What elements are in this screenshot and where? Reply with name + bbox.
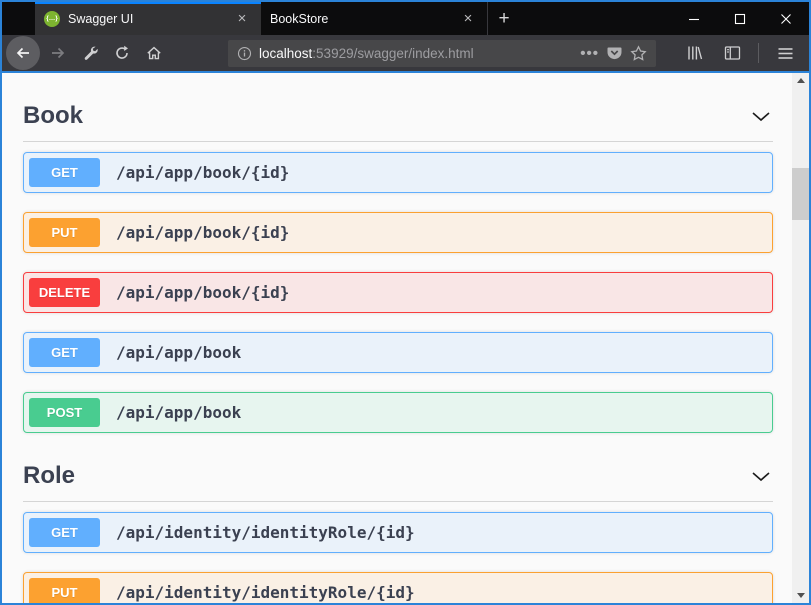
close-tab-icon[interactable]: × [458, 9, 478, 29]
navigation-toolbar: localhost:53929/swagger/index.html ••• [2, 35, 809, 73]
operation-row[interactable]: DELETE /api/app/book/{id} [23, 272, 773, 313]
forward-button[interactable] [44, 39, 72, 67]
section-title: Role [23, 462, 75, 490]
close-window-button[interactable] [763, 2, 809, 35]
scroll-down-arrow-icon[interactable] [792, 588, 809, 603]
method-badge: GET [29, 158, 100, 187]
url-host: localhost [259, 46, 312, 61]
section-header[interactable]: Book [23, 101, 773, 130]
scroll-up-arrow-icon[interactable] [792, 73, 809, 88]
page-content: Book GET /api/app/book/{id} PUT /api/app… [2, 73, 809, 603]
method-badge: PUT [29, 578, 100, 603]
library-icon[interactable] [680, 39, 708, 67]
section-header[interactable]: Role [23, 461, 773, 490]
method-badge: DELETE [29, 278, 100, 307]
tab-title: Swagger UI [68, 12, 224, 26]
section-divider [23, 501, 773, 502]
url-path: :53929/swagger/index.html [312, 46, 473, 61]
scrollbar-thumb[interactable] [792, 168, 809, 220]
operation-row[interactable]: POST /api/app/book [23, 392, 773, 433]
url-bar[interactable]: localhost:53929/swagger/index.html ••• [228, 40, 656, 67]
tab-bar: {…} Swagger UI × BookStore × + [2, 2, 809, 35]
pocket-icon[interactable] [606, 45, 623, 61]
home-button[interactable] [140, 39, 168, 67]
operation-path: /api/app/book [116, 403, 241, 422]
operation-row[interactable]: PUT /api/app/book/{id} [23, 212, 773, 253]
back-button[interactable] [6, 36, 40, 70]
operation-list: GET /api/identity/identityRole/{id} PUT … [23, 512, 773, 603]
close-tab-icon[interactable]: × [232, 9, 252, 29]
chevron-down-icon[interactable] [749, 106, 773, 126]
operation-path: /api/app/book/{id} [116, 163, 289, 182]
operation-row[interactable]: GET /api/app/book/{id} [23, 152, 773, 193]
browser-window: {…} Swagger UI × BookStore × + [0, 0, 811, 605]
method-badge: POST [29, 398, 100, 427]
toolbar-separator [758, 43, 759, 63]
vertical-scrollbar[interactable] [792, 73, 809, 603]
page-actions-icon[interactable]: ••• [580, 45, 599, 62]
reload-button[interactable] [108, 39, 136, 67]
sidebar-toggle-icon[interactable] [718, 39, 746, 67]
wrench-icon[interactable] [76, 39, 104, 67]
tab-swagger-ui[interactable]: {…} Swagger UI × [35, 2, 261, 35]
operation-path: /api/app/book/{id} [116, 223, 289, 242]
maximize-button[interactable] [717, 2, 763, 35]
operation-path: /api/app/book/{id} [116, 283, 289, 302]
api-sections: Book GET /api/app/book/{id} PUT /api/app… [2, 73, 792, 603]
operation-row[interactable]: GET /api/app/book [23, 332, 773, 373]
section-divider [23, 141, 773, 142]
api-tag-section: Book GET /api/app/book/{id} PUT /api/app… [23, 101, 773, 433]
tab-title: BookStore [270, 12, 450, 26]
tab-bookstore[interactable]: BookStore × [261, 2, 487, 35]
minimize-button[interactable] [671, 2, 717, 35]
new-tab-button[interactable]: + [487, 2, 520, 35]
chevron-down-icon[interactable] [749, 466, 773, 486]
swagger-favicon-icon: {…} [44, 11, 60, 27]
operation-row[interactable]: GET /api/identity/identityRole/{id} [23, 512, 773, 553]
operation-list: GET /api/app/book/{id} PUT /api/app/book… [23, 152, 773, 433]
method-badge: GET [29, 518, 100, 547]
bookmark-star-icon[interactable] [630, 45, 647, 62]
method-badge: PUT [29, 218, 100, 247]
menu-hamburger-icon[interactable] [771, 39, 799, 67]
toolbar-right-group [678, 39, 801, 67]
tabbar-left-gap [2, 2, 35, 35]
site-info-icon[interactable] [237, 46, 252, 61]
api-tag-section: Role GET /api/identity/identityRole/{id}… [23, 461, 773, 603]
operation-path: /api/identity/identityRole/{id} [116, 523, 415, 542]
operation-path: /api/identity/identityRole/{id} [116, 583, 415, 602]
method-badge: GET [29, 338, 100, 367]
section-title: Book [23, 102, 83, 130]
url-text[interactable]: localhost:53929/swagger/index.html [259, 46, 573, 61]
operation-path: /api/app/book [116, 343, 241, 362]
operation-row[interactable]: PUT /api/identity/identityRole/{id} [23, 572, 773, 603]
window-controls [671, 2, 809, 35]
